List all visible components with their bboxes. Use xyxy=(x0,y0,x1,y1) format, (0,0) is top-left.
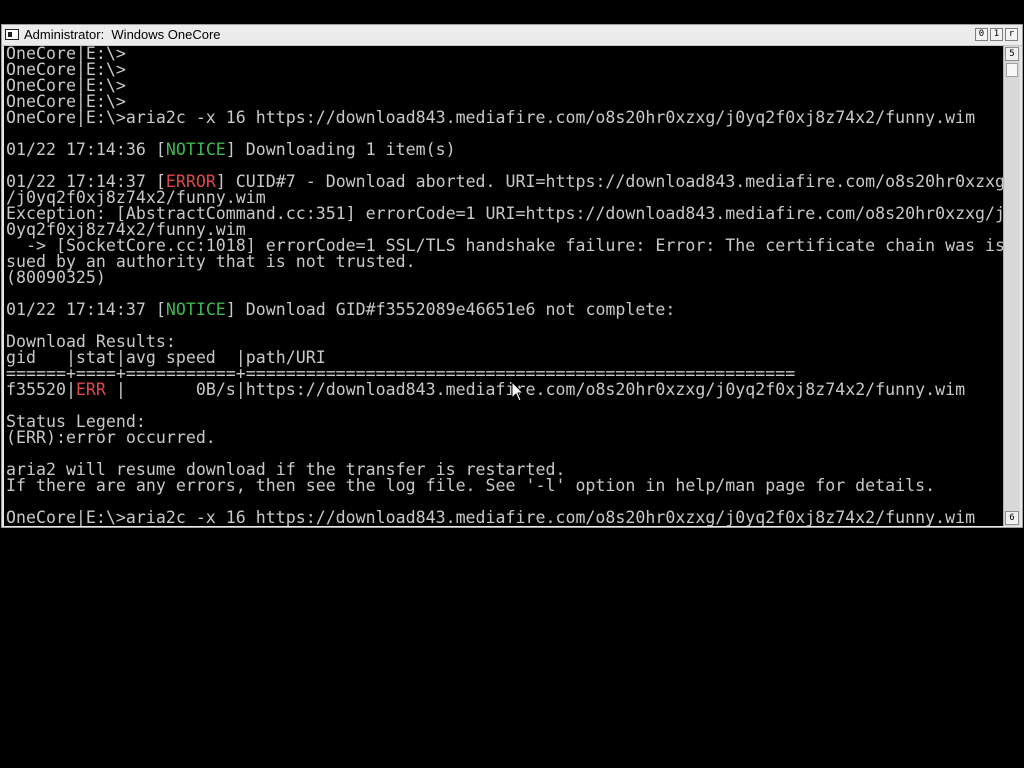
scroll-up-button[interactable]: 5 xyxy=(1005,47,1019,61)
window-controls: 0 1 r xyxy=(975,28,1018,41)
scroll-down-button[interactable]: 6 xyxy=(1005,511,1019,525)
scroll-thumb[interactable] xyxy=(1006,63,1018,77)
console-text-segment: (ERR):error occurred. xyxy=(6,428,216,447)
window-title: Administrator: Windows OneCore xyxy=(24,27,221,42)
console-text-segment: OneCore|E:\>aria2c -x 16 https://downloa… xyxy=(6,508,976,526)
error-tag: ERR xyxy=(75,380,106,399)
console-line: f35520|ERR | 0B/s|https://download843.me… xyxy=(6,380,1003,399)
console-line: OneCore|E:\>aria2c -x 16 https://downloa… xyxy=(6,108,1003,127)
console-line: (ERR):error occurred. xyxy=(6,428,1003,447)
console-text-segment: | 0B/s|https://download843.mediafire.com… xyxy=(105,380,966,399)
notice-tag: NOTICE xyxy=(165,140,226,159)
console-text-segment: 01/22 17:14:36 [ xyxy=(6,140,166,159)
console-text-segment: ] Download GID#f3552089e46651e6 not comp… xyxy=(225,300,676,319)
console-line: 01/22 17:14:36 [NOTICE] Downloading 1 it… xyxy=(6,140,1003,159)
console-text-segment: OneCore|E:\>aria2c -x 16 https://downloa… xyxy=(6,108,976,127)
maximize-button[interactable]: 1 xyxy=(990,28,1003,41)
title-bar[interactable]: Administrator: Windows OneCore 0 1 r xyxy=(2,25,1022,46)
console-text-segment: ] CUID#7 - Download aborted. URI=https:/… xyxy=(215,172,1003,191)
console-text-segment: 01/22 17:14:37 [ xyxy=(6,300,166,319)
minimize-button[interactable]: 0 xyxy=(975,28,988,41)
console-line: OneCore|E:\>aria2c -x 16 https://downloa… xyxy=(6,508,1003,526)
console-line: OneCore|E:\> xyxy=(6,46,1003,62)
console-app-icon[interactable] xyxy=(5,29,19,40)
console-text-segment: ] Downloading 1 item(s) xyxy=(225,140,456,159)
console-text: OneCore|E:\> OneCore|E:\> OneCore|E:\> OneC… xyxy=(6,46,1003,526)
close-button[interactable]: r xyxy=(1005,28,1018,41)
console-line: If there are any errors, then see the lo… xyxy=(6,476,1003,495)
console-line: (80090325) xyxy=(6,268,1003,287)
console-line: sued by an authority that is not trusted… xyxy=(6,253,1003,270)
mouse-pointer-icon xyxy=(511,381,525,402)
console-text-segment: (80090325) xyxy=(6,268,106,287)
console-line: OneCore|E:\> xyxy=(6,61,1003,78)
console-text-segment: If there are any errors, then see the lo… xyxy=(6,476,936,495)
console-output-area[interactable]: OneCore|E:\> OneCore|E:\> OneCore|E:\> OneC… xyxy=(4,46,1003,526)
notice-tag: NOTICE xyxy=(165,300,226,319)
console-text-segment: f35520| xyxy=(6,380,76,399)
console-line: OneCore|E:\> xyxy=(6,77,1003,94)
vertical-scrollbar[interactable]: 5 6 xyxy=(1003,46,1020,526)
console-window[interactable]: Administrator: Windows OneCore 0 1 r One… xyxy=(1,24,1023,528)
console-line: 01/22 17:14:37 [NOTICE] Download GID#f35… xyxy=(6,300,1003,319)
